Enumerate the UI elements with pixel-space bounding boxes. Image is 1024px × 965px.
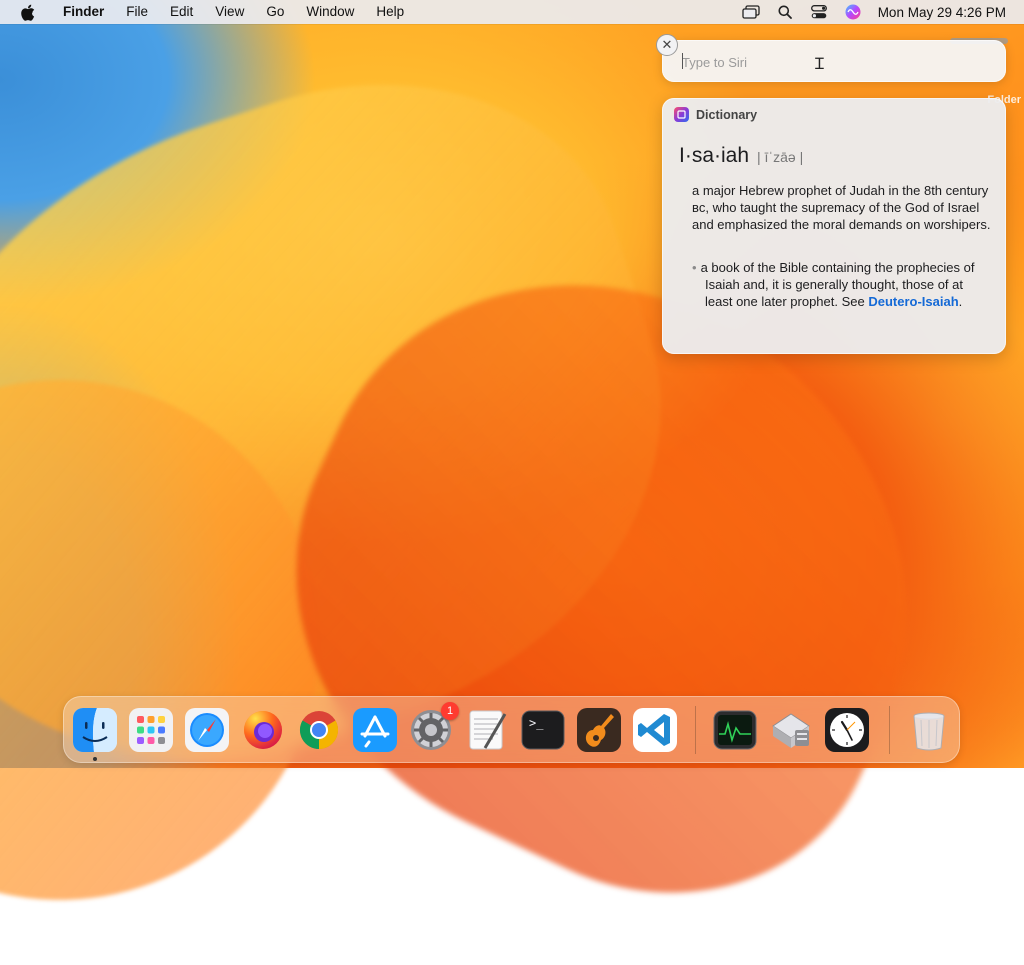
dictionary-app-icon <box>674 107 689 122</box>
definition-1: a major Hebrew prophet of Judah in the 8… <box>692 183 991 232</box>
menu-go[interactable]: Go <box>255 0 295 24</box>
bullet-icon: • <box>692 260 697 275</box>
garageband-icon[interactable] <box>577 708 621 752</box>
menu-file[interactable]: File <box>115 0 159 24</box>
terminal-icon[interactable]: >_ <box>521 708 565 752</box>
screen-mirroring-icon[interactable] <box>742 3 760 21</box>
siri-input[interactable] <box>680 50 984 74</box>
dictionary-source-label: Dictionary <box>696 107 758 122</box>
menu-app-name[interactable]: Finder <box>52 0 115 24</box>
terminal-prompt: >_ <box>529 716 544 730</box>
trash-icon[interactable] <box>907 708 951 752</box>
menu-view[interactable]: View <box>204 0 255 24</box>
siri-close-button[interactable]: ✕ <box>656 34 678 56</box>
menu-help[interactable]: Help <box>365 0 415 24</box>
migration-assistant-icon[interactable] <box>769 708 813 752</box>
control-center-icon[interactable] <box>810 3 828 21</box>
notification-badge: 1 <box>441 702 459 720</box>
finder-running-indicator <box>93 757 97 761</box>
firefox-icon[interactable] <box>241 708 285 752</box>
activity-monitor-icon[interactable] <box>713 708 757 752</box>
textedit-icon[interactable] <box>465 708 509 752</box>
dictionary-headword: I·sa·iah | īˈzāə | <box>679 144 803 168</box>
definition-2-suffix: . <box>958 294 963 309</box>
chrome-icon[interactable] <box>297 708 341 752</box>
clock-icon[interactable] <box>825 708 869 752</box>
dock-separator <box>889 706 890 754</box>
menu-bar: Finder File Edit View Go Window Help Mon… <box>0 0 1024 24</box>
apple-menu-icon[interactable] <box>16 0 38 24</box>
spotlight-search-icon[interactable] <box>776 3 794 21</box>
deutero-isaiah-link[interactable]: Deutero-Isaiah <box>868 294 958 309</box>
dictionary-result-panel[interactable]: Dictionary I·sa·iah | īˈzāə | a major Heb… <box>662 98 1006 354</box>
app-store-icon[interactable] <box>353 708 397 752</box>
safari-icon[interactable] <box>185 708 229 752</box>
dictionary-header: Dictionary <box>674 107 757 122</box>
vscode-icon[interactable] <box>633 708 677 752</box>
launchpad-icon[interactable] <box>129 708 173 752</box>
siri-icon[interactable] <box>844 3 862 21</box>
menu-edit[interactable]: Edit <box>159 0 204 24</box>
ibeam-cursor-icon: Ɪ <box>815 54 824 73</box>
menu-window[interactable]: Window <box>295 0 365 24</box>
dock-separator <box>695 706 696 754</box>
headword-text: I·sa·iah <box>679 144 750 167</box>
menu-clock[interactable]: Mon May 29 4:26 PM <box>878 5 1006 20</box>
finder-icon[interactable] <box>73 708 117 752</box>
definition-2: • a book of the Bible containing the prop… <box>692 259 992 310</box>
close-icon: ✕ <box>661 37 673 53</box>
pronunciation: | īˈzāə | <box>757 149 804 165</box>
text-caret <box>682 53 683 69</box>
siri-text-field[interactable]: Ɪ <box>662 40 1006 82</box>
